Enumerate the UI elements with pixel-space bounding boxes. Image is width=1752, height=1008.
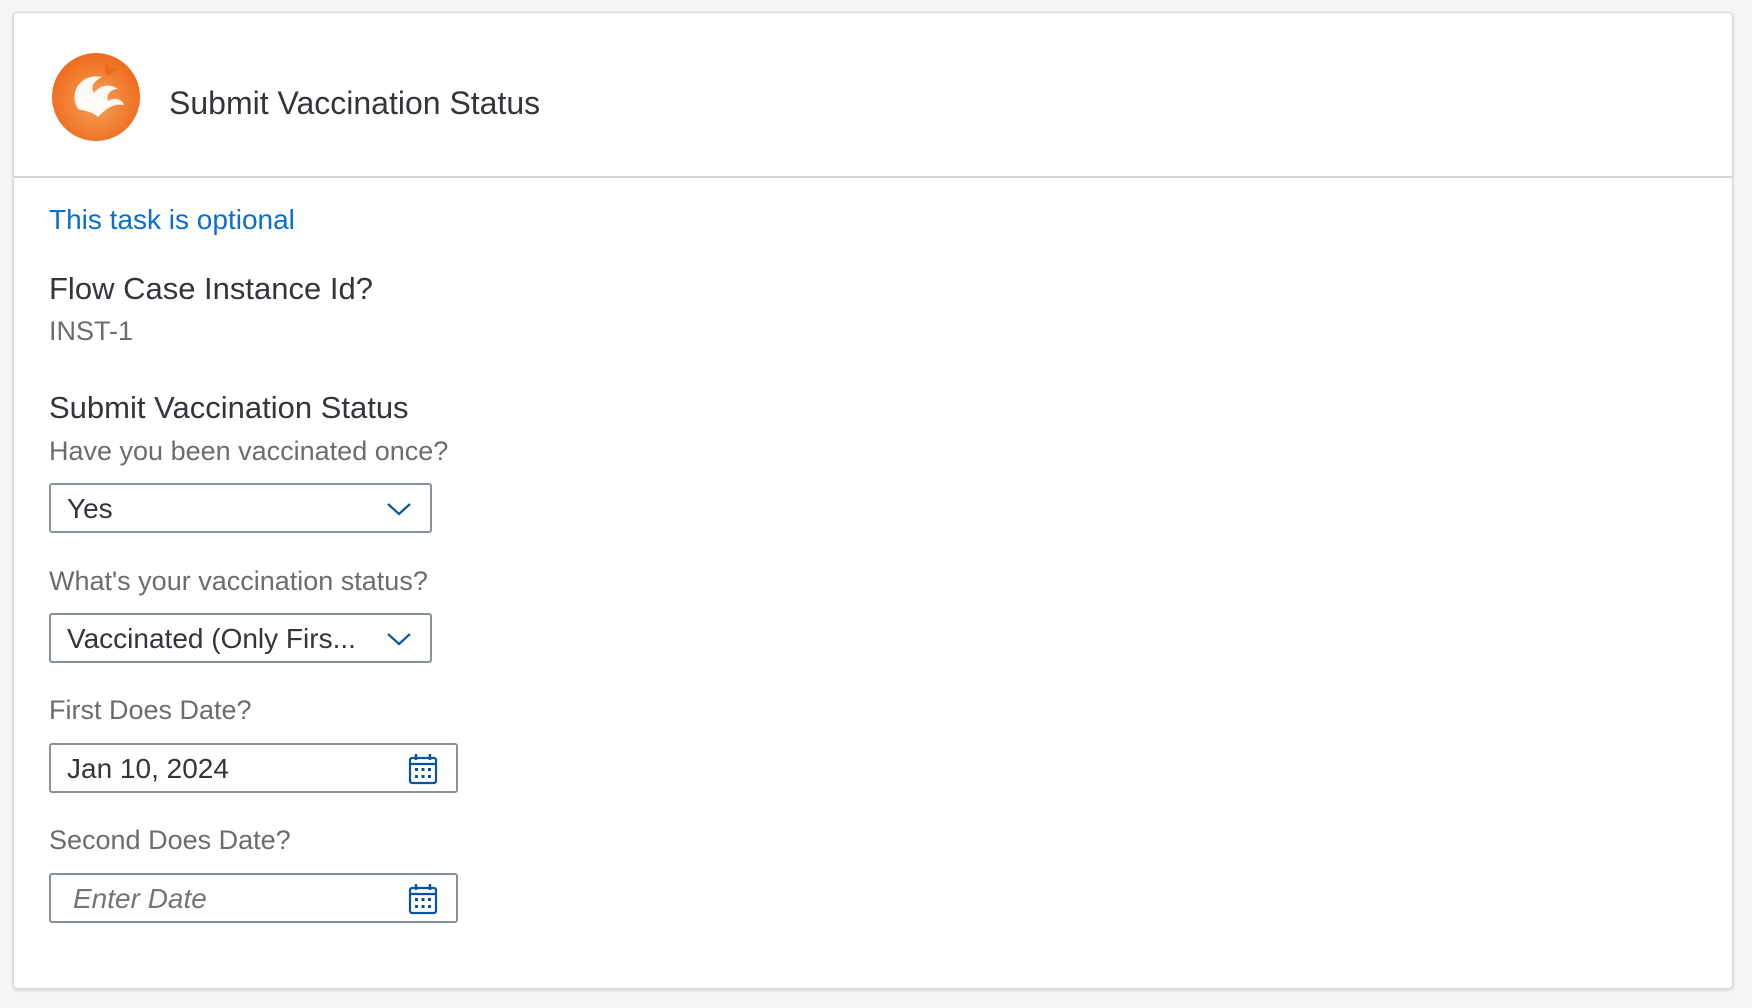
calendar-icon[interactable] — [408, 883, 438, 915]
task-card: Submit Vaccination Status This task is o… — [13, 12, 1733, 989]
vaccinated-once-label: Have you been vaccinated once? — [49, 436, 449, 466]
first-dose-date-value: Jan 10, 2024 — [67, 753, 229, 784]
page-title: Submit Vaccination Status — [169, 85, 541, 121]
optional-task-link[interactable]: This task is optional — [49, 204, 295, 236]
form-section-title: Submit Vaccination Status — [49, 390, 409, 425]
vaccinated-once-select[interactable]: Yes — [49, 483, 432, 533]
chevron-down-icon — [387, 633, 411, 646]
vaccination-status-label: What's your vaccination status? — [49, 566, 428, 596]
chevron-down-icon — [387, 503, 411, 516]
phoenix-logo-icon — [52, 53, 140, 141]
card-header: Submit Vaccination Status — [14, 13, 1732, 178]
flow-case-title: Flow Case Instance Id? — [49, 271, 373, 306]
second-dose-date-input[interactable] — [49, 873, 458, 923]
second-dose-date-field[interactable] — [73, 883, 373, 915]
second-dose-date-label: Second Does Date? — [49, 825, 291, 855]
vaccination-status-value: Vaccinated (Only Firs... — [67, 623, 356, 654]
vaccination-status-select[interactable]: Vaccinated (Only Firs... — [49, 613, 432, 663]
first-dose-date-input[interactable]: Jan 10, 2024 — [49, 743, 458, 793]
first-dose-date-label: First Does Date? — [49, 695, 252, 725]
calendar-icon[interactable] — [408, 753, 438, 785]
flow-case-value: INST-1 — [49, 316, 134, 346]
vaccinated-once-value: Yes — [67, 493, 113, 524]
